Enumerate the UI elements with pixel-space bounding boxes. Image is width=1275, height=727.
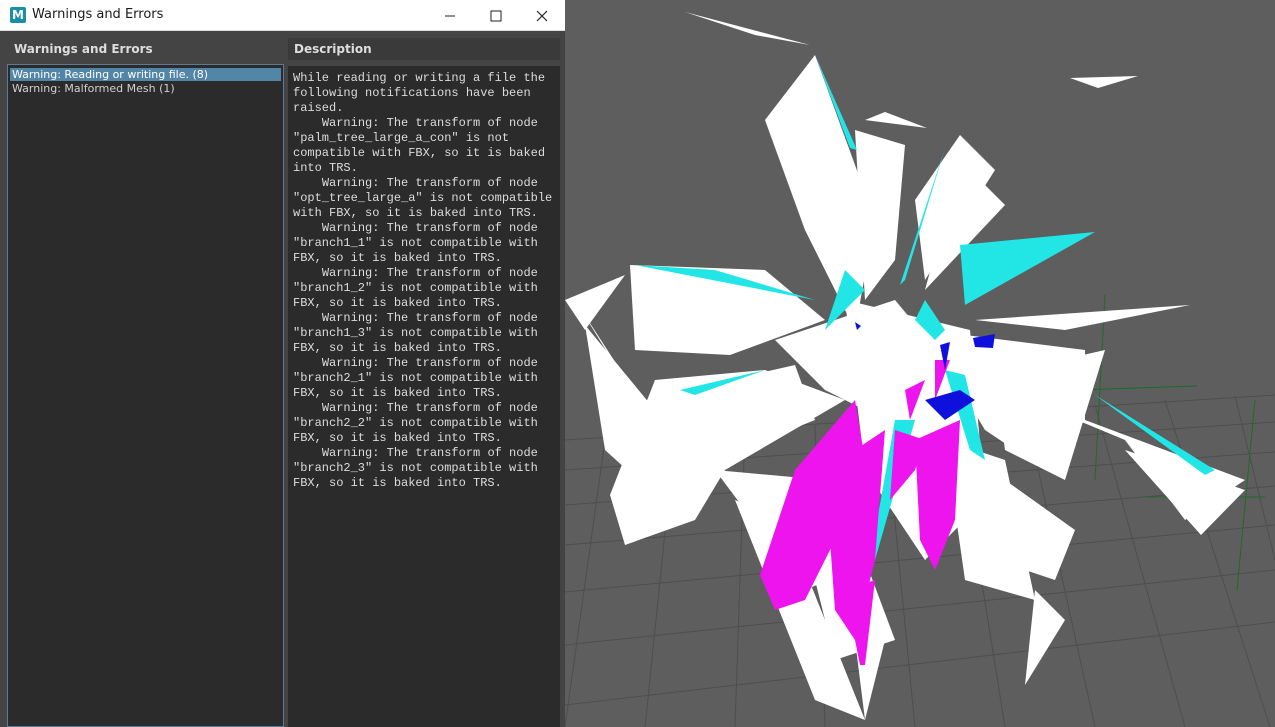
close-icon	[536, 10, 548, 21]
minimize-button[interactable]	[427, 0, 473, 31]
list-item-reading-writing-file[interactable]: Warning: Reading or writing file. (8)	[10, 68, 281, 81]
title-bar[interactable]: M Warnings and Errors	[0, 0, 565, 31]
close-button[interactable]	[519, 0, 565, 31]
mesh-shards-white	[565, 12, 1245, 720]
description-header: Description	[288, 38, 560, 60]
maximize-button[interactable]	[473, 0, 519, 31]
maximize-icon	[490, 10, 502, 21]
window-title: Warnings and Errors	[32, 7, 164, 22]
warnings-dialog: M Warnings and Errors Warnings and Error…	[0, 0, 565, 727]
viewport-3d[interactable]	[565, 0, 1275, 727]
warnings-list[interactable]: Warning: Reading or writing file. (8) Wa…	[7, 64, 284, 727]
description-text: While reading or writing a file the foll…	[293, 71, 553, 490]
list-item-malformed-mesh[interactable]: Warning: Malformed Mesh (1)	[10, 82, 281, 95]
minimize-icon	[445, 15, 455, 16]
maya-icon: M	[10, 7, 26, 23]
viewport-scene	[565, 12, 1275, 727]
warnings-list-header: Warnings and Errors	[6, 38, 284, 60]
description-panel[interactable]: While reading or writing a file the foll…	[288, 66, 560, 727]
